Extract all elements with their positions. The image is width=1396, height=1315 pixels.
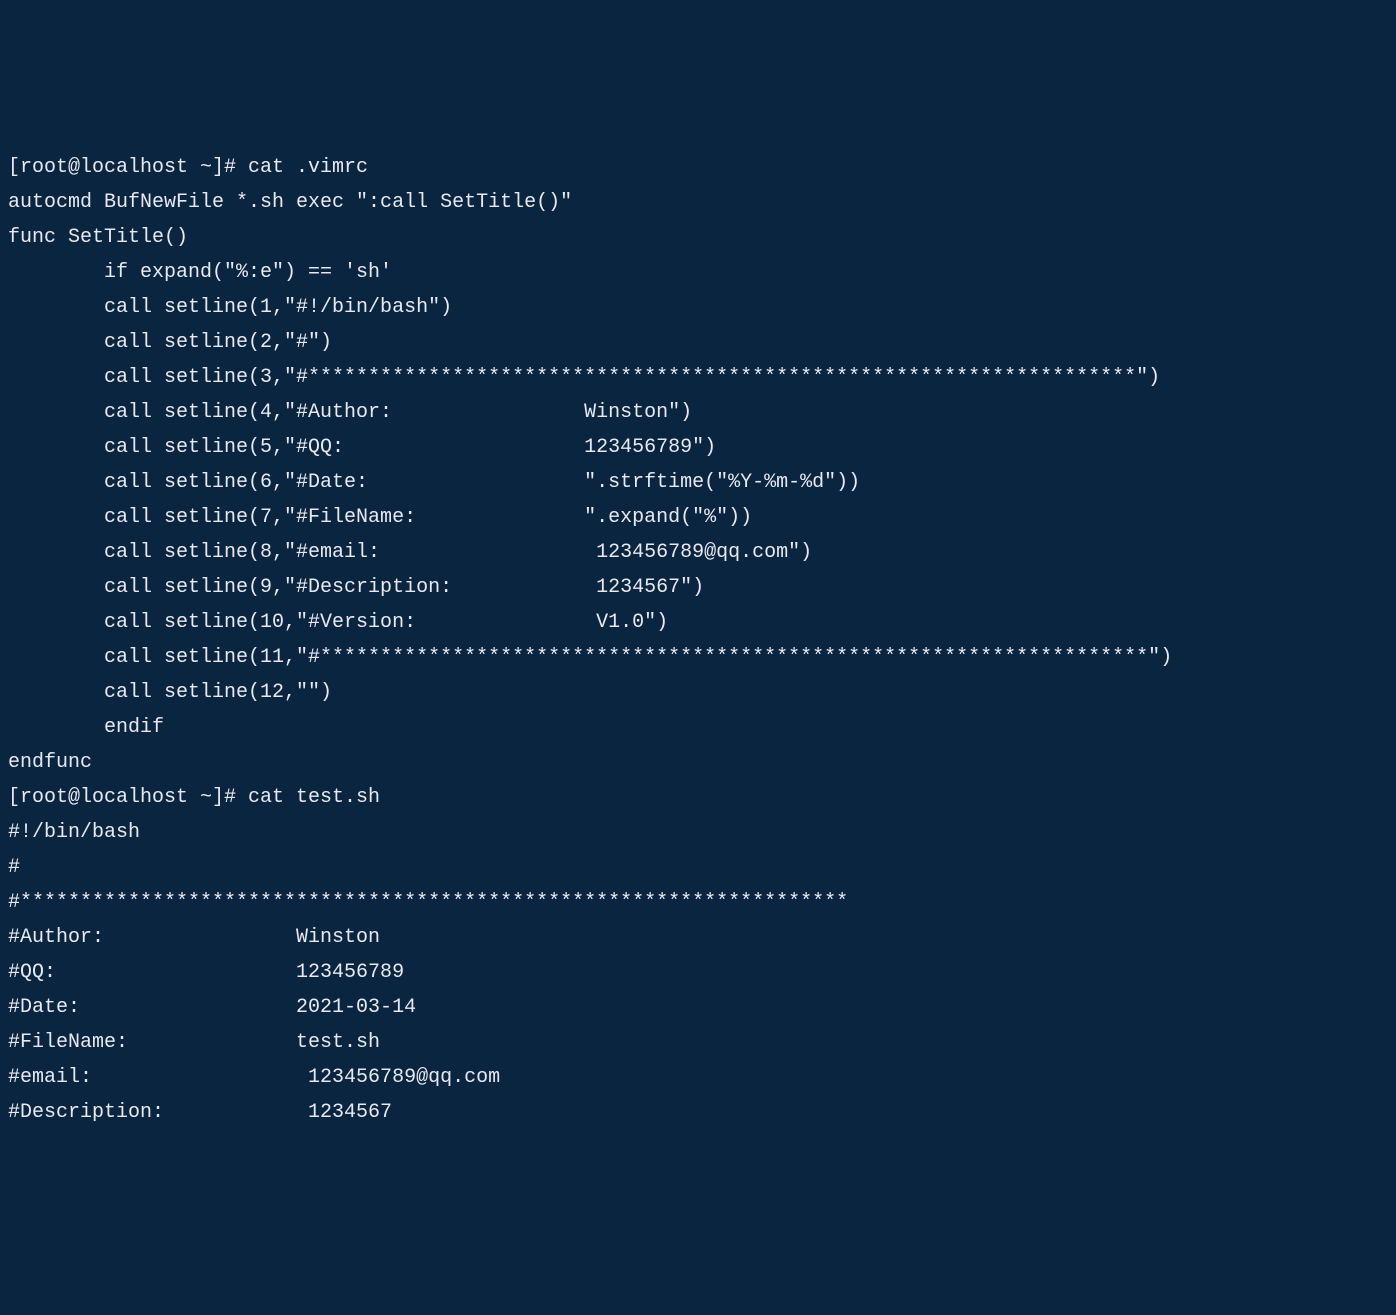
terminal-line: [root@localhost ~]# cat .vimrc: [8, 150, 1388, 185]
terminal-line: #QQ: 123456789: [8, 955, 1388, 990]
terminal-line: call setline(7,"#FileName: ".expand("%")…: [8, 500, 1388, 535]
terminal-line: endfunc: [8, 745, 1388, 780]
terminal-line: #Description: 1234567: [8, 1095, 1388, 1130]
terminal-line: call setline(1,"#!/bin/bash"): [8, 290, 1388, 325]
terminal-line: if expand("%:e") == 'sh': [8, 255, 1388, 290]
terminal-line: func SetTitle(): [8, 220, 1388, 255]
terminal-line: call setline(10,"#Version: V1.0"): [8, 605, 1388, 640]
terminal-line: #: [8, 850, 1388, 885]
terminal-line: autocmd BufNewFile *.sh exec ":call SetT…: [8, 185, 1388, 220]
terminal-line: call setline(3,"#***********************…: [8, 360, 1388, 395]
terminal-line: #FileName: test.sh: [8, 1025, 1388, 1060]
terminal-line: call setline(12,""): [8, 675, 1388, 710]
terminal-line: [root@localhost ~]# cat test.sh: [8, 780, 1388, 815]
terminal-line: call setline(8,"#email: 123456789@qq.com…: [8, 535, 1388, 570]
terminal-line: call setline(4,"#Author: Winston"): [8, 395, 1388, 430]
terminal-line: #Author: Winston: [8, 920, 1388, 955]
terminal-line: call setline(9,"#Description: 1234567"): [8, 570, 1388, 605]
terminal-line: #!/bin/bash: [8, 815, 1388, 850]
terminal-line: #***************************************…: [8, 885, 1388, 920]
terminal-line: call setline(5,"#QQ: 123456789"): [8, 430, 1388, 465]
terminal-line: call setline(11,"#**********************…: [8, 640, 1388, 675]
terminal-line: #Date: 2021-03-14: [8, 990, 1388, 1025]
terminal-output: [root@localhost ~]# cat .vimrcautocmd Bu…: [8, 150, 1388, 1130]
terminal-line: endif: [8, 710, 1388, 745]
terminal-line: #email: 123456789@qq.com: [8, 1060, 1388, 1095]
terminal-line: call setline(6,"#Date: ".strftime("%Y-%m…: [8, 465, 1388, 500]
terminal-line: call setline(2,"#"): [8, 325, 1388, 360]
